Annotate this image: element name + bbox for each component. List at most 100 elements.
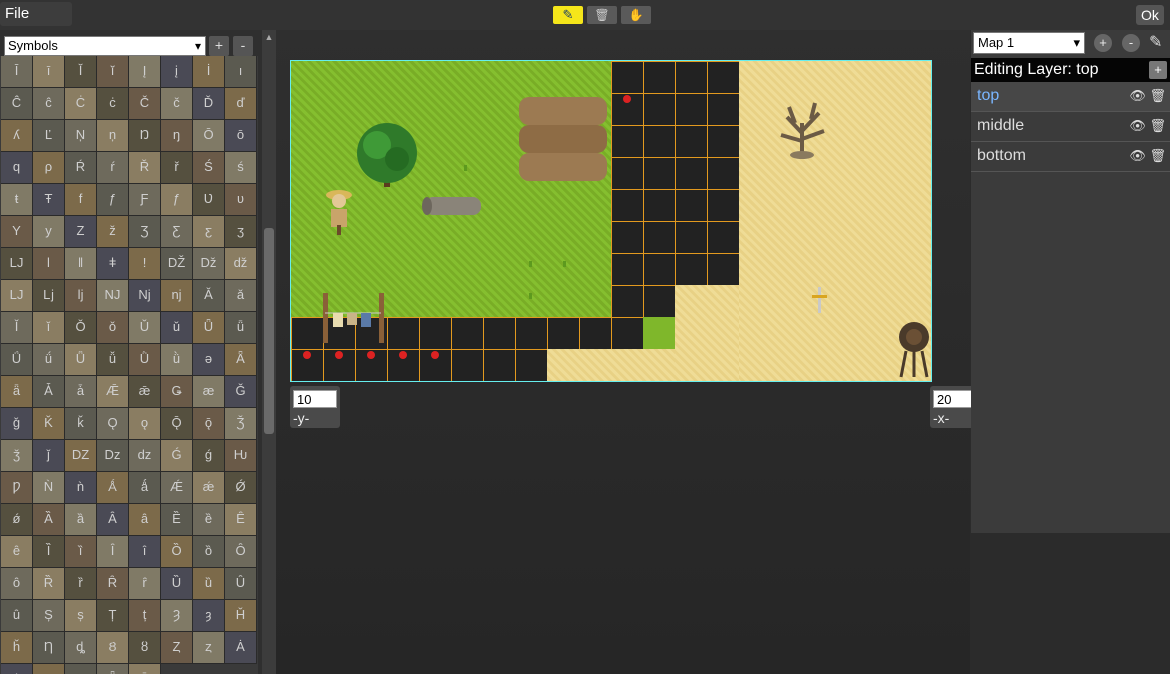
tile-cell[interactable]: Ǉ — [1, 280, 33, 312]
tile-cell[interactable]: ρ — [33, 152, 65, 184]
palette-scrollbar[interactable]: ▲ — [262, 30, 276, 674]
tile-cell[interactable]: ǔ — [161, 312, 193, 344]
tile-cell[interactable]: Ȅ — [161, 504, 193, 536]
map-height-input[interactable]: 10 — [293, 390, 337, 408]
tile-cell[interactable]: Ǔ — [129, 312, 161, 344]
tile-cell[interactable]: ž — [97, 216, 129, 248]
tile-cell[interactable]: ǐ — [33, 312, 65, 344]
tile-cell[interactable]: f — [65, 184, 97, 216]
tile-cell[interactable]: ĉ — [33, 88, 65, 120]
remove-map-button[interactable]: - — [1122, 34, 1140, 52]
layer-row-middle[interactable]: middle 👁 🗑 — [971, 112, 1170, 142]
tile-cell[interactable]: Ǫ — [97, 408, 129, 440]
tile-cell[interactable]: Ŧ — [33, 184, 65, 216]
pan-tool-button[interactable]: ✋ — [621, 6, 651, 24]
tile-cell[interactable]: Ȁ — [33, 504, 65, 536]
add-tileset-button[interactable]: + — [209, 36, 229, 56]
file-menu-button[interactable]: File — [0, 2, 72, 26]
tile-cell[interactable]: Ǡ — [33, 376, 65, 408]
tile-cell[interactable]: Ǚ — [65, 344, 97, 376]
tile-cell[interactable]: Ǵ — [161, 440, 193, 472]
tile-cell[interactable]: Z — [65, 216, 97, 248]
tile-cell[interactable]: Ȋ — [97, 536, 129, 568]
tile-cell[interactable]: ǒ — [97, 312, 129, 344]
tile-cell[interactable]: Ȫ — [97, 664, 129, 674]
tile-cell[interactable]: Ȗ — [225, 568, 257, 600]
tile-cell[interactable]: Ƕ — [225, 440, 257, 472]
tile-cell[interactable]: ǉ — [65, 280, 97, 312]
tile-cell[interactable]: ȇ — [1, 536, 33, 568]
tile-cell[interactable]: ǌ — [161, 280, 193, 312]
tile-cell[interactable]: Ō — [193, 120, 225, 152]
eye-icon[interactable]: 👁 — [1129, 118, 1146, 133]
tile-cell[interactable]: ș — [65, 600, 97, 632]
tile-cell[interactable]: ȣ — [129, 632, 161, 664]
tile-cell[interactable]: ř — [161, 152, 193, 184]
tile-cell[interactable]: ț — [129, 600, 161, 632]
tile-cell[interactable]: ǜ — [161, 344, 193, 376]
tile-cell[interactable]: Ȩ — [33, 664, 65, 674]
tile-cell[interactable]: ŕ — [97, 152, 129, 184]
tile-cell[interactable]: ǣ — [129, 376, 161, 408]
tile-cell[interactable]: Ś — [193, 152, 225, 184]
pencil-tool-button[interactable]: ✎ — [553, 6, 583, 24]
tileset-select[interactable]: Symbols — [4, 36, 206, 56]
tile-cell[interactable]: ǫ — [129, 408, 161, 440]
tile-cell[interactable]: ǀ — [33, 248, 65, 280]
tile-cell[interactable]: č — [161, 88, 193, 120]
tile-cell[interactable]: ȫ — [129, 664, 161, 674]
tile-cell[interactable]: ȗ — [1, 600, 33, 632]
tile-cell[interactable]: ǝ — [193, 344, 225, 376]
tile-cell[interactable]: ǽ — [193, 472, 225, 504]
tile-cell[interactable]: Ȣ — [97, 632, 129, 664]
tile-cell[interactable]: Ǧ — [225, 376, 257, 408]
tile-cell[interactable]: ņ — [97, 120, 129, 152]
tile-cell[interactable]: ȩ — [65, 664, 97, 674]
tile-cell[interactable]: ǰ — [33, 440, 65, 472]
remove-tileset-button[interactable]: - — [233, 36, 253, 56]
tile-cell[interactable]: ǵ — [193, 440, 225, 472]
tile-cell[interactable]: Ǿ — [225, 472, 257, 504]
tile-cell[interactable]: ʎ — [1, 120, 33, 152]
tile-cell[interactable]: ȑ — [65, 568, 97, 600]
tile-cell[interactable]: ǈ — [33, 280, 65, 312]
tile-cell[interactable]: Ǐ — [1, 312, 33, 344]
tile-cell[interactable]: ʒ — [225, 216, 257, 248]
rename-pencil-icon[interactable]: ✎ — [1149, 32, 1162, 52]
tile-cell[interactable]: ǁ — [65, 248, 97, 280]
tile-cell[interactable]: ǘ — [33, 344, 65, 376]
tile-cell[interactable]: Ņ — [65, 120, 97, 152]
tile-cell[interactable]: ȅ — [193, 504, 225, 536]
tile-cell[interactable]: Ǌ — [97, 280, 129, 312]
tile-cell[interactable]: q — [1, 152, 33, 184]
tile-cell[interactable]: Č — [129, 88, 161, 120]
tile-cell[interactable]: Ǎ — [193, 280, 225, 312]
tile-cell[interactable]: Ȃ — [97, 504, 129, 536]
tile-cell[interactable]: ǩ — [65, 408, 97, 440]
tile-cell[interactable]: İ — [193, 56, 225, 88]
scroll-up-arrow-icon[interactable]: ▲ — [262, 30, 276, 44]
tile-cell[interactable]: Ȕ — [161, 568, 193, 600]
tile-cell[interactable]: ǯ — [1, 440, 33, 472]
tile-cell[interactable]: ǎ — [225, 280, 257, 312]
tile-cell[interactable]: Ȇ — [225, 504, 257, 536]
tile-cell[interactable]: Ȝ — [161, 600, 193, 632]
layer-row-bottom[interactable]: bottom 👁 🗑 — [971, 142, 1170, 172]
tile-cell[interactable]: Ʋ — [193, 184, 225, 216]
tile-cell[interactable]: Į — [129, 56, 161, 88]
trash-icon[interactable]: 🗑 — [1146, 148, 1166, 163]
tile-cell[interactable]: ȓ — [129, 568, 161, 600]
tile-cell[interactable]: Ǣ — [97, 376, 129, 408]
tile-cell[interactable]: ǆ — [225, 248, 257, 280]
tile-cell[interactable]: Ǳ — [65, 440, 97, 472]
tile-cell[interactable]: Ǭ — [161, 408, 193, 440]
tile-cell[interactable]: ď — [225, 88, 257, 120]
tile-cell[interactable]: ĭ — [97, 56, 129, 88]
tile-cell[interactable]: ǅ — [193, 248, 225, 280]
tile-cell[interactable]: Ď — [193, 88, 225, 120]
tile-cell[interactable]: Ċ — [65, 88, 97, 120]
tile-cell[interactable]: ǋ — [129, 280, 161, 312]
scrollbar-thumb[interactable] — [264, 228, 274, 434]
tile-cell[interactable]: į — [161, 56, 193, 88]
tile-cell[interactable]: Ǩ — [33, 408, 65, 440]
